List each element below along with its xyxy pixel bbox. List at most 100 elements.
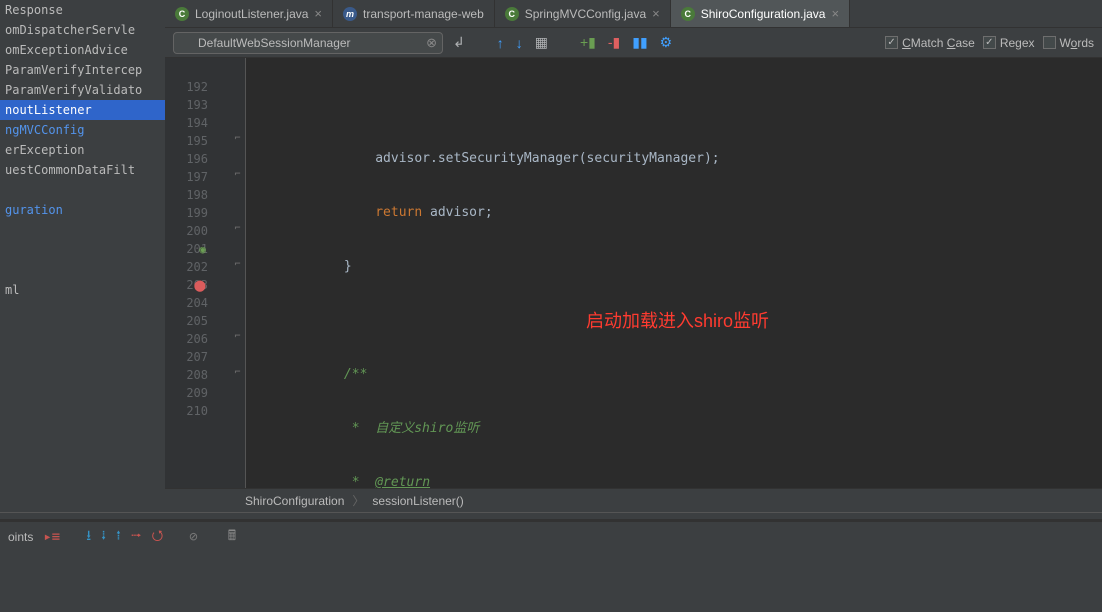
tab-shiroconfiguration[interactable]: C ShiroConfiguration.java × xyxy=(671,0,850,27)
line-number: 193 xyxy=(165,96,208,114)
tree-item[interactable]: ml xyxy=(0,280,165,300)
chevron-right-icon: 〉 xyxy=(352,492,364,509)
line-number: 206 xyxy=(165,330,208,348)
line-number: 196 xyxy=(165,150,208,168)
close-icon[interactable]: × xyxy=(652,6,660,21)
fold-start-icon[interactable]: ⌐ xyxy=(230,256,245,274)
line-number: 195 xyxy=(165,132,208,150)
remove-selection-icon[interactable]: -▮ xyxy=(606,34,622,51)
tree-item xyxy=(0,240,165,260)
tree-item[interactable]: uestCommonDataFilt xyxy=(0,160,165,180)
calculator-icon[interactable]: 🖩 xyxy=(228,525,236,549)
run-to-cursor-icon[interactable]: ⭬ xyxy=(131,525,142,549)
regex-checkbox[interactable]: ✓Regex xyxy=(983,36,1035,50)
match-case-checkbox[interactable]: ✓CMatch CaseMatch Case xyxy=(885,36,975,50)
step-out-icon[interactable]: ⭫ xyxy=(116,525,121,549)
tree-item-selected[interactable]: noutListener xyxy=(0,100,165,120)
tab-label: LoginoutListener.java xyxy=(195,7,308,21)
tree-item[interactable]: guration xyxy=(0,200,165,220)
step-over-icon[interactable]: ⭳ xyxy=(86,525,91,549)
panel-divider[interactable] xyxy=(0,512,1102,520)
line-number: 205 xyxy=(165,312,208,330)
breadcrumb[interactable]: ShiroConfiguration 〉 sessionListener() xyxy=(165,488,1102,512)
next-match-icon[interactable]: ↓ xyxy=(514,35,525,51)
annotation-text: 启动加载进入shiro监听 xyxy=(586,312,769,330)
evaluate-icon[interactable]: ⭯ xyxy=(152,525,164,549)
tree-item[interactable]: omDispatcherServle xyxy=(0,20,165,40)
line-number: 210 xyxy=(165,402,208,420)
breakpoint-icon[interactable]: ⬤ xyxy=(194,277,206,295)
filter-icon[interactable]: ▦ xyxy=(533,34,550,51)
panel-label: oints xyxy=(8,530,33,544)
settings-icon[interactable]: ⚙ xyxy=(658,34,675,51)
maven-icon: m xyxy=(343,7,357,21)
code-line[interactable]: * 自定义shiro监听 xyxy=(246,420,1102,438)
breadcrumb-item[interactable]: ShiroConfiguration xyxy=(245,494,344,508)
class-icon: C xyxy=(175,7,189,21)
tree-item[interactable]: ngMVCConfig xyxy=(0,120,165,140)
project-tree[interactable]: Response omDispatcherServle omExceptionA… xyxy=(0,0,165,512)
line-number: 201◉ xyxy=(165,240,208,258)
line-number: 200 xyxy=(165,222,208,240)
class-icon: C xyxy=(681,7,695,21)
clear-icon[interactable]: ⊗ xyxy=(426,35,437,51)
line-number: 198 xyxy=(165,186,208,204)
tree-item xyxy=(0,220,165,240)
debug-panel: oints ▸≡ ⭳ ⭭ ⭫ ⭬ ⭯ ⊘ 🖩 xyxy=(0,520,1102,580)
line-number: 192 xyxy=(165,78,208,96)
tree-item[interactable]: ParamVerifyValidato xyxy=(0,80,165,100)
tree-item[interactable]: ParamVerifyIntercep xyxy=(0,60,165,80)
line-number: 209 xyxy=(165,384,208,402)
breadcrumb-item[interactable]: sessionListener() xyxy=(372,494,463,508)
code-line[interactable]: advisor.setSecurityManager(securityManag… xyxy=(246,150,1102,168)
tree-item xyxy=(0,260,165,280)
tab-label: SpringMVCConfig.java xyxy=(525,7,646,21)
find-bar: 🔍︎ ⊗ ↲ ↑ ↓ ▦ +▮ -▮ ▮▮ ⚙ ✓CMatch CaseMatc… xyxy=(165,28,1102,58)
fold-end-icon[interactable]: ⌐ xyxy=(230,328,245,346)
select-all-icon[interactable]: ▮▮ xyxy=(630,34,649,51)
tab-springmvcconfig[interactable]: C SpringMVCConfig.java × xyxy=(495,0,671,27)
line-number: 208 xyxy=(165,366,208,384)
prev-match-icon[interactable]: ↑ xyxy=(495,35,506,51)
line-number: 194 xyxy=(165,114,208,132)
tree-item[interactable]: omExceptionAdvice xyxy=(0,40,165,60)
code-line[interactable]: } xyxy=(246,258,1102,276)
words-checkbox[interactable]: Words xyxy=(1043,36,1094,50)
debug-icon[interactable]: ▸≡ xyxy=(43,529,60,545)
line-number: 199 xyxy=(165,204,208,222)
editor-area: C LoginoutListener.java × m transport-ma… xyxy=(165,0,1102,512)
close-icon[interactable]: × xyxy=(314,6,322,21)
find-input[interactable] xyxy=(173,32,443,54)
editor-tabs: C LoginoutListener.java × m transport-ma… xyxy=(165,0,1102,28)
enter-icon[interactable]: ↲ xyxy=(451,34,467,51)
code-line[interactable]: return advisor; xyxy=(246,204,1102,222)
mute-icon[interactable]: ⊘ xyxy=(189,529,197,545)
fold-end-icon[interactable]: ⌐ xyxy=(230,364,245,382)
tree-item[interactable]: erException xyxy=(0,140,165,160)
line-number: 202 xyxy=(165,258,208,276)
code-line[interactable]: * @return xyxy=(246,474,1102,488)
line-number: 203⬤ xyxy=(165,276,208,294)
line-number: 204 xyxy=(165,294,208,312)
code-line[interactable]: /** xyxy=(246,366,1102,384)
bean-icon[interactable]: ◉ xyxy=(199,241,206,259)
tab-loginoutlistener[interactable]: C LoginoutListener.java × xyxy=(165,0,333,27)
class-icon: C xyxy=(505,7,519,21)
tree-item xyxy=(0,180,165,200)
line-number: 197 xyxy=(165,168,208,186)
line-number: 207 xyxy=(165,348,208,366)
code-editor[interactable]: advisor.setSecurityManager(securityManag… xyxy=(246,58,1102,488)
step-into-icon[interactable]: ⭭ xyxy=(101,525,106,549)
fold-end-icon[interactable]: ⌐ xyxy=(230,220,245,238)
tree-item[interactable]: Response xyxy=(0,0,165,20)
gutter[interactable]: 192 193 194 195 196 197 198 199 200 201◉… xyxy=(165,58,230,488)
add-selection-icon[interactable]: +▮ xyxy=(578,34,598,51)
fold-start-icon[interactable]: ⌐ xyxy=(230,166,245,184)
tab-label: transport-manage-web xyxy=(363,7,484,21)
line-number xyxy=(165,60,208,78)
fold-end-icon[interactable]: ⌐ xyxy=(230,130,245,148)
fold-column[interactable]: ⌐ ⌐ ⌐ ⌐ ⌐ ⌐ xyxy=(230,58,246,488)
close-icon[interactable]: × xyxy=(831,6,839,21)
tab-transport-manage-web[interactable]: m transport-manage-web xyxy=(333,0,495,27)
tab-label: ShiroConfiguration.java xyxy=(701,7,826,21)
